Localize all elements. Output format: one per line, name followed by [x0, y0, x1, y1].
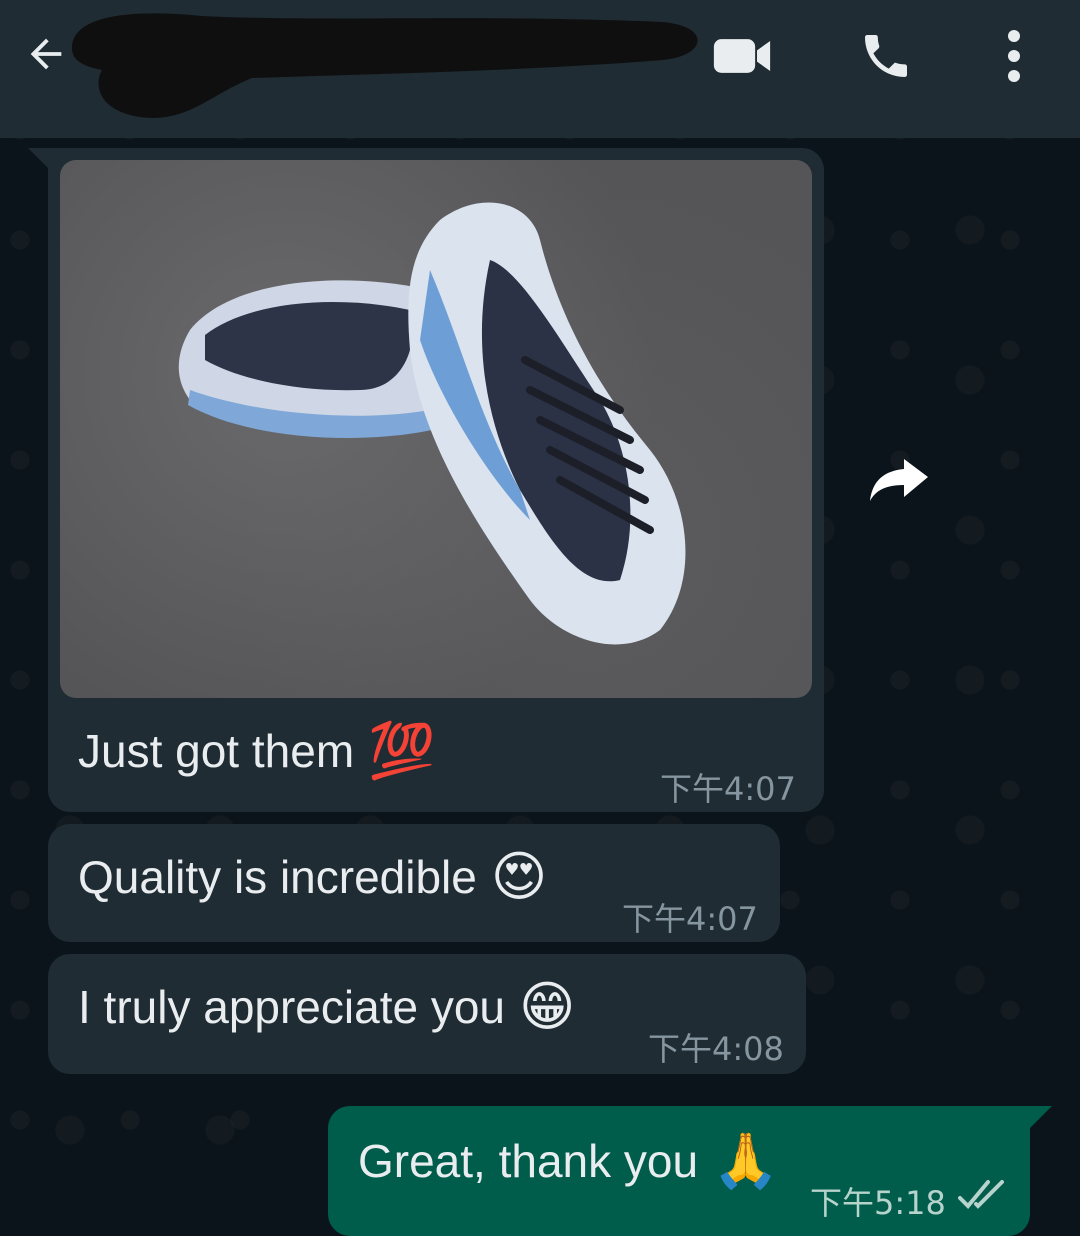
video-camera-icon [713, 39, 771, 73]
message-text: Just got them 💯 [78, 724, 435, 778]
text-message-bubble[interactable]: Quality is incredible 😍 下午4:07 [48, 824, 780, 942]
message-text-body: Just got them [78, 725, 355, 777]
heart-eyes-emoji: 😍 [490, 845, 548, 908]
message-time: 下午5:18 [810, 1184, 946, 1222]
message-text: Great, thank you 🙏 [358, 1134, 779, 1188]
chat-header [0, 0, 1080, 138]
voice-call-button[interactable] [856, 28, 916, 84]
folded-hands-emoji: 🙏 [712, 1129, 780, 1192]
message-time: 下午4:07 [622, 900, 758, 938]
bubble-tail [28, 148, 50, 170]
more-vertical-icon [1008, 30, 1020, 82]
message-time: 下午4:07 [660, 770, 796, 808]
forward-button[interactable] [866, 452, 932, 508]
message-text-body: I truly appreciate you [78, 981, 506, 1033]
forward-arrow-icon [870, 459, 928, 501]
message-text: Quality is incredible 😍 [78, 850, 547, 904]
phone-icon [865, 35, 907, 77]
image-message-bubble[interactable]: Just got them 💯 下午4:07 [48, 148, 824, 812]
message-time: 下午4:08 [648, 1030, 784, 1068]
sneaker-photo[interactable] [60, 160, 812, 698]
bubble-tail [1030, 1106, 1052, 1128]
more-options-button[interactable] [984, 28, 1044, 84]
message-text-body: Quality is incredible [78, 851, 477, 903]
hundred-points-emoji: 💯 [368, 719, 436, 782]
text-message-bubble[interactable]: I truly appreciate you 😁 下午4:08 [48, 954, 806, 1074]
message-text: I truly appreciate you 😁 [78, 980, 575, 1034]
video-call-button[interactable] [712, 28, 772, 84]
message-text-body: Great, thank you [358, 1135, 699, 1187]
double-check-icon [958, 1180, 1004, 1209]
grinning-emoji: 😁 [519, 975, 576, 1038]
contact-name-redacted[interactable] [62, 8, 702, 120]
